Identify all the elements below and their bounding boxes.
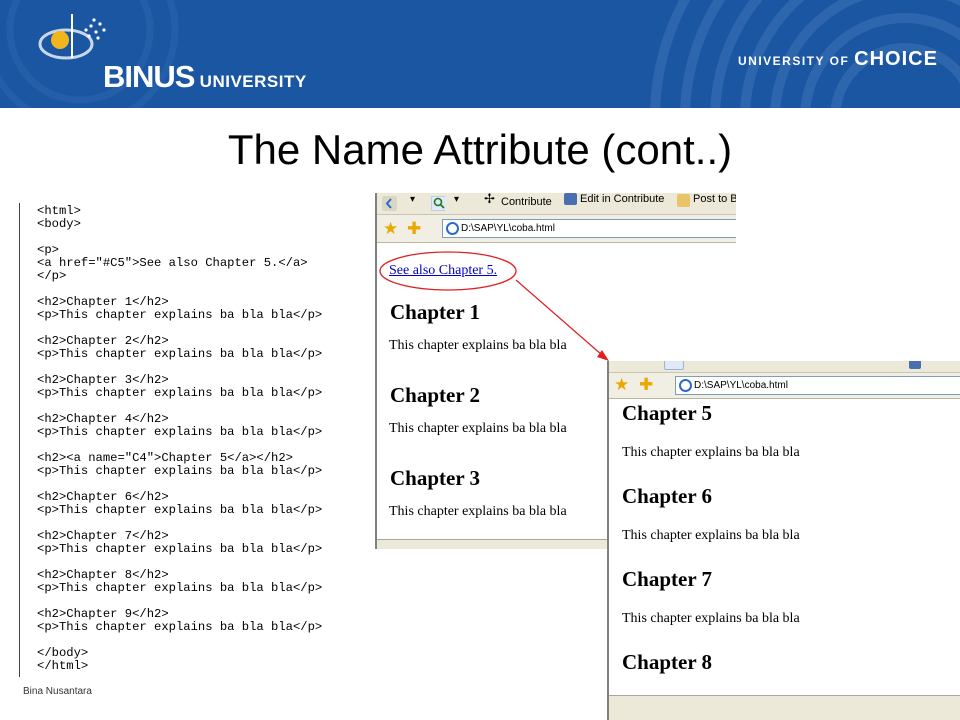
tagline: UNIVERSITY OF CHOICE: [738, 48, 938, 71]
code-line: <p>This chapter explains ba bla bla</p>: [37, 347, 323, 361]
dropdown-arrow-icon[interactable]: ▾: [454, 194, 459, 205]
code-line: <p>This chapter explains ba bla bla</p>: [37, 620, 323, 634]
see-also-link[interactable]: See also Chapter 5.: [389, 263, 497, 279]
slide-title: The Name Attribute (cont..): [227, 126, 733, 173]
chapter-heading: Chapter 3: [390, 466, 481, 490]
code-line: <p>This chapter explains ba bla bla</p>: [37, 425, 323, 439]
add-favorite-icon[interactable]: ✚: [639, 376, 653, 393]
logo-university: UNIVERSITY: [194, 72, 307, 91]
browser-page-content: Chapter 5 This chapter explains ba bla b…: [609, 399, 960, 695]
code-line: <a href="#C5">See also Chapter 5.</a>: [37, 256, 308, 270]
code-line: <p>This chapter explains ba bla bla</p>: [37, 308, 323, 322]
browser-toolbar: ▾ ▾ ✢ Contribute Edit in Contribute Post…: [377, 193, 736, 215]
ie-page-icon: [446, 222, 459, 235]
edit-in-contribute-button[interactable]: Edit in Contribute: [580, 193, 664, 205]
contribute-icon[interactable]: ✢: [484, 193, 495, 207]
chapter-heading: Chapter 1: [390, 300, 481, 324]
chapter-text: This chapter explains ba bla bla: [622, 611, 800, 626]
edit-contribute-icon: [909, 361, 921, 369]
code-divider: [19, 203, 20, 677]
code-line: <p>This chapter explains ba bla bla</p>: [37, 581, 323, 595]
browser-window-scrolled: ★ ✚ D:\SAP\YL\coba.html Chapter 5 This c…: [607, 361, 960, 720]
code-line: <p>This chapter explains ba bla bla</p>: [37, 503, 323, 517]
chapter-text: This chapter explains ba bla bla: [389, 338, 567, 353]
dropdown-arrow-icon[interactable]: ▾: [410, 194, 415, 205]
favorites-bar: ★ ✚ D:\SAP\YL\coba.html: [377, 215, 736, 243]
status-bar: [609, 695, 960, 720]
chapter-heading: Chapter 6: [622, 484, 713, 508]
tagline-choice: CHOICE: [854, 48, 938, 70]
chapter-heading: Chapter 5: [622, 401, 713, 425]
search-icon[interactable]: [431, 196, 446, 211]
tagline-prefix: UNIVERSITY OF: [738, 54, 855, 68]
code-line: </html>: [37, 659, 89, 673]
header-banner: BINUS UNIVERSITY UNIVERSITY OF CHOICE: [0, 0, 960, 108]
favorites-bar: ★ ✚ D:\SAP\YL\coba.html: [609, 373, 960, 399]
ie-page-icon: [679, 379, 692, 392]
code-line: <p>This chapter explains ba bla bla</p>: [37, 542, 323, 556]
code-line: <p>This chapter explains ba bla bla</p>: [37, 464, 323, 478]
star-icon[interactable]: ★: [614, 376, 629, 393]
search-icon[interactable]: [664, 361, 684, 370]
slide-footer: Bina Nusantara: [23, 686, 92, 697]
chapter-text: This chapter explains ba bla bla: [622, 528, 800, 543]
logo-wordmark: BINUS UNIVERSITY: [103, 59, 307, 95]
chapter-text: This chapter explains ba bla bla: [389, 421, 567, 436]
code-line: <body>: [37, 217, 81, 231]
chapter-heading: Chapter 2: [390, 383, 481, 407]
code-line: <p>This chapter explains ba bla bla</p>: [37, 386, 323, 400]
post-to-button[interactable]: Post to B: [693, 193, 736, 205]
address-bar[interactable]: D:\SAP\YL\coba.html: [442, 219, 736, 238]
logo-binus: BINUS: [103, 59, 195, 94]
chapter-heading: Chapter 7: [622, 567, 713, 591]
back-icon[interactable]: [382, 196, 397, 211]
add-favorite-icon[interactable]: ✚: [407, 220, 421, 237]
star-icon[interactable]: ★: [383, 220, 398, 237]
chapter-text: This chapter explains ba bla bla: [622, 445, 800, 460]
binus-logo: BINUS UNIVERSITY: [28, 8, 306, 98]
edit-contribute-icon: [564, 193, 577, 205]
address-bar[interactable]: D:\SAP\YL\coba.html: [675, 376, 960, 395]
post-icon: [677, 194, 690, 207]
code-listing: <html> <body> <p> <a href="#C5">See also Ch…: [37, 205, 322, 673]
browser-toolbar: [609, 361, 960, 373]
chapter-text: This chapter explains ba bla bla: [389, 504, 567, 519]
code-line: </p>: [37, 269, 67, 283]
address-text: D:\SAP\YL\coba.html: [461, 223, 555, 234]
address-text: D:\SAP\YL\coba.html: [694, 380, 788, 391]
chapter-heading: Chapter 8: [622, 650, 713, 674]
contribute-button[interactable]: Contribute: [501, 196, 552, 208]
